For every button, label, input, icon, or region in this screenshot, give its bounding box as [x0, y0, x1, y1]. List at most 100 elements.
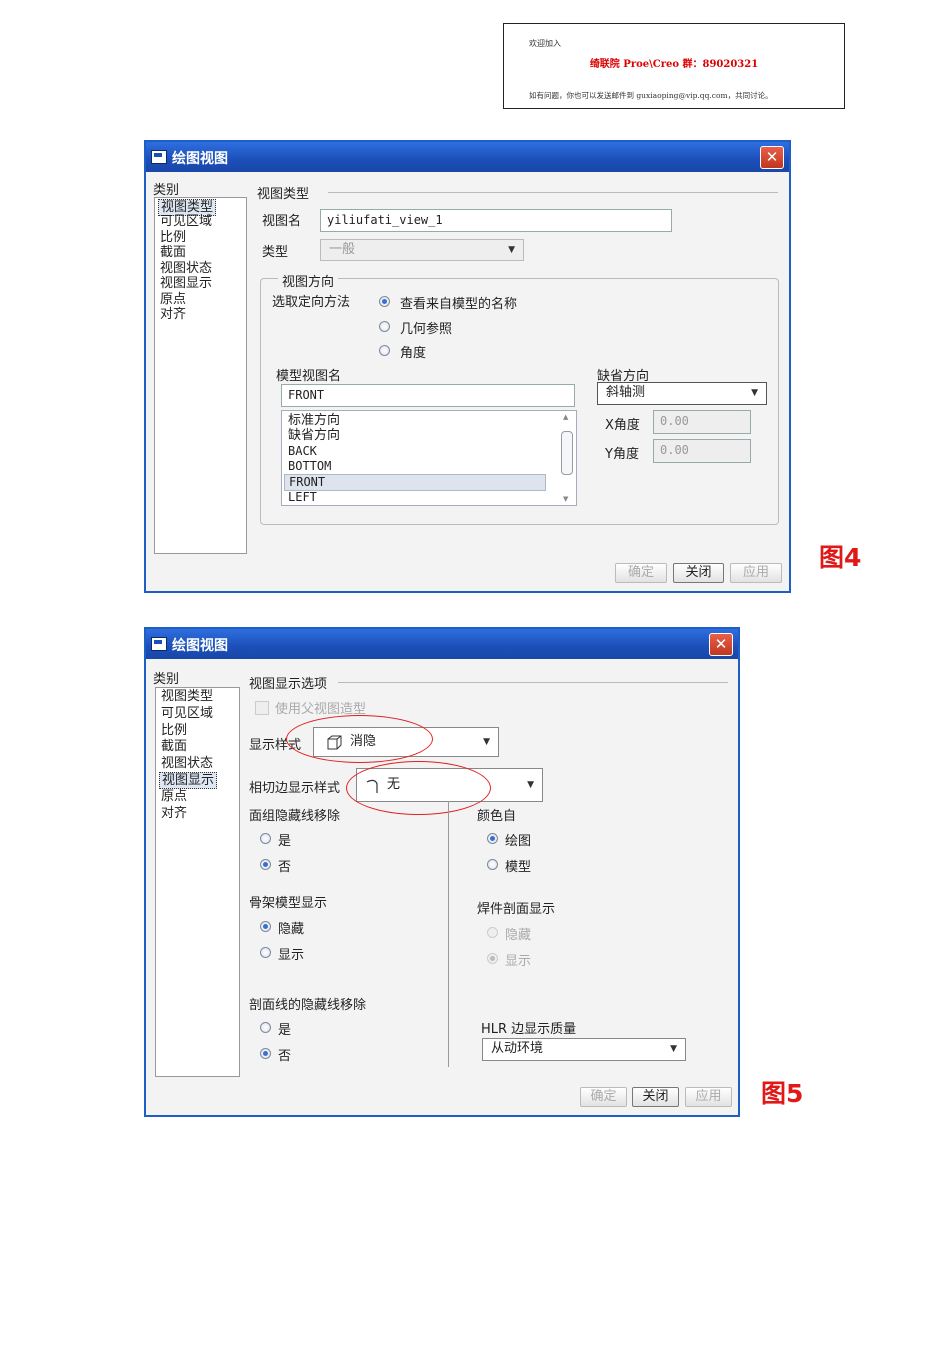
radio-face-group-no-label: 否 [278, 860, 292, 875]
category-item-align[interactable]: 对齐 [161, 806, 187, 821]
apply-button[interactable]: 应用 [685, 1087, 732, 1107]
radio-color-drawing-label: 绘图 [505, 834, 532, 849]
ok-button[interactable]: 确定 [580, 1087, 627, 1107]
radio-weld-show-label: 显示 [505, 954, 532, 969]
radio-skeleton-show-label: 显示 [278, 948, 305, 963]
category-item-origin[interactable]: 原点 [161, 789, 187, 804]
y-angle-label: Y角度 [605, 447, 639, 462]
radio-section-hidden-yes-label: 是 [278, 1023, 292, 1038]
category-item-align[interactable]: 对齐 [160, 307, 186, 322]
radio-geometry-reference[interactable] [379, 321, 390, 332]
radio-face-group-no[interactable] [260, 859, 271, 870]
radio-skeleton-hide-label: 隐藏 [278, 922, 305, 937]
radio-face-group-yes[interactable] [260, 833, 271, 844]
radio-weld-show[interactable] [487, 953, 498, 964]
chevron-down-icon: ▼ [483, 737, 490, 747]
radio-section-hidden-no-label: 否 [278, 1049, 292, 1064]
hlr-quality-select[interactable]: 从动环境 ▼ [482, 1038, 686, 1061]
face-group-label: 面组隐藏线移除 [249, 809, 341, 824]
list-item[interactable]: 标准方向 [288, 413, 340, 428]
radio-section-hidden-yes[interactable] [260, 1022, 271, 1033]
category-item-section[interactable]: 截面 [160, 245, 186, 260]
group-banner: 欢迎加入 绮联院 Proe\Creo 群：89020321 如有问题，你也可以发… [503, 23, 845, 109]
radio-skeleton-hide[interactable] [260, 921, 271, 932]
drawing-view-dialog-fig5: 绘图视图 ✕ 类别 视图类型 可见区域 比例 截面 视图状态 视图显示 原点 对… [144, 627, 740, 1117]
use-parent-checkbox[interactable] [255, 701, 269, 715]
view-name-input[interactable]: yiliufati_view_1 [320, 209, 672, 232]
banner-group-name: 绮联院 Proe\Creo 群：89020321 [589, 59, 759, 70]
section-divider [338, 682, 728, 683]
close-icon[interactable]: ✕ [709, 633, 733, 656]
category-item-view-state[interactable]: 视图状态 [161, 756, 213, 771]
category-item-view-display[interactable]: 视图显示 [160, 276, 212, 291]
type-label: 类型 [262, 245, 289, 260]
chevron-down-icon: ▼ [508, 245, 515, 255]
category-list: 视图类型 可见区域 比例 截面 视图状态 视图显示 原点 对齐 [155, 687, 240, 1077]
view-name-label: 视图名 [262, 214, 302, 229]
radio-angle[interactable] [379, 345, 390, 356]
model-view-list[interactable]: 标准方向 缺省方向 BACK BOTTOM FRONT LEFT ▲ ▼ [281, 410, 577, 506]
list-item[interactable]: BACK [288, 444, 317, 459]
model-view-name-input[interactable]: FRONT [281, 384, 575, 407]
orientation-method-label: 选取定向方法 [272, 295, 351, 310]
list-item[interactable]: 缺省方向 [288, 428, 340, 443]
radio-weld-hide[interactable] [487, 927, 498, 938]
category-item-scale[interactable]: 比例 [161, 723, 187, 738]
chevron-down-icon: ▼ [751, 388, 758, 398]
default-orientation-select[interactable]: 斜轴测 ▼ [597, 382, 767, 405]
annotation-ellipse-display-style [286, 715, 433, 763]
dialog-icon [151, 637, 167, 651]
section-divider [328, 192, 778, 193]
list-item-selected[interactable]: FRONT [284, 474, 546, 491]
close-icon[interactable]: ✕ [760, 146, 784, 169]
section-title: 视图类型 [257, 187, 310, 202]
category-item-origin[interactable]: 原点 [160, 292, 186, 307]
drawing-view-dialog-fig4: 绘图视图 ✕ 类别 视图类型 可见区域 比例 截面 视图状态 视图显示 原点 对… [144, 140, 791, 593]
chevron-down-icon: ▼ [670, 1044, 677, 1054]
radio-model-name-label: 查看来自模型的名称 [400, 297, 518, 312]
category-item-view-state[interactable]: 视图状态 [160, 261, 212, 276]
category-label: 类别 [153, 183, 180, 198]
category-item-view-type[interactable]: 视图类型 [161, 689, 213, 704]
orientation-group-title: 视图方向 [278, 271, 339, 290]
radio-section-hidden-no[interactable] [260, 1048, 271, 1059]
category-item-visible-area[interactable]: 可见区域 [161, 706, 213, 721]
model-view-name-label: 模型视图名 [276, 369, 342, 384]
category-item-visible-area[interactable]: 可见区域 [160, 214, 212, 229]
category-label: 类别 [153, 672, 180, 687]
radio-geometry-reference-label: 几何参照 [400, 322, 453, 337]
close-button[interactable]: 关闭 [632, 1087, 679, 1107]
figure-label-4: 图4 [819, 543, 862, 572]
x-angle-input[interactable]: 0.00 [653, 410, 751, 434]
weld-section-label: 焊件剖面显示 [477, 902, 556, 917]
scroll-up-icon[interactable]: ▲ [563, 413, 568, 421]
y-angle-input[interactable]: 0.00 [653, 439, 751, 463]
category-list: 视图类型 可见区域 比例 截面 视图状态 视图显示 原点 对齐 [154, 197, 247, 554]
radio-weld-hide-label: 隐藏 [505, 928, 532, 943]
color-from-label: 颜色自 [477, 809, 517, 824]
dialog-title: 绘图视图 [172, 151, 228, 167]
figure-label-5: 图5 [761, 1079, 804, 1108]
apply-button[interactable]: 应用 [730, 563, 782, 583]
type-select-value: 一般 [329, 242, 356, 257]
radio-color-model[interactable] [487, 859, 498, 870]
category-item-view-display[interactable]: 视图显示 [159, 772, 218, 789]
section-hidden-label: 剖面线的隐藏线移除 [249, 998, 367, 1013]
category-item-section[interactable]: 截面 [161, 739, 187, 754]
vertical-scrollbar[interactable]: ▲ ▼ [560, 413, 574, 503]
list-item[interactable]: LEFT [288, 490, 317, 505]
list-item[interactable]: BOTTOM [288, 459, 331, 474]
radio-color-drawing[interactable] [487, 833, 498, 844]
close-button[interactable]: 关闭 [673, 563, 724, 583]
scrollbar-thumb[interactable] [561, 431, 573, 475]
type-select[interactable]: 一般 ▼ [320, 239, 524, 261]
dialog-titlebar: 绘图视图 ✕ [146, 142, 789, 172]
category-item-scale[interactable]: 比例 [160, 230, 186, 245]
radio-skeleton-show[interactable] [260, 947, 271, 958]
scroll-down-icon[interactable]: ▼ [563, 495, 568, 503]
default-orientation-value: 斜轴测 [606, 385, 646, 400]
hlr-quality-value: 从动环境 [491, 1041, 544, 1056]
radio-model-name[interactable] [379, 296, 390, 307]
dialog-titlebar: 绘图视图 ✕ [146, 629, 738, 659]
ok-button[interactable]: 确定 [615, 563, 667, 583]
